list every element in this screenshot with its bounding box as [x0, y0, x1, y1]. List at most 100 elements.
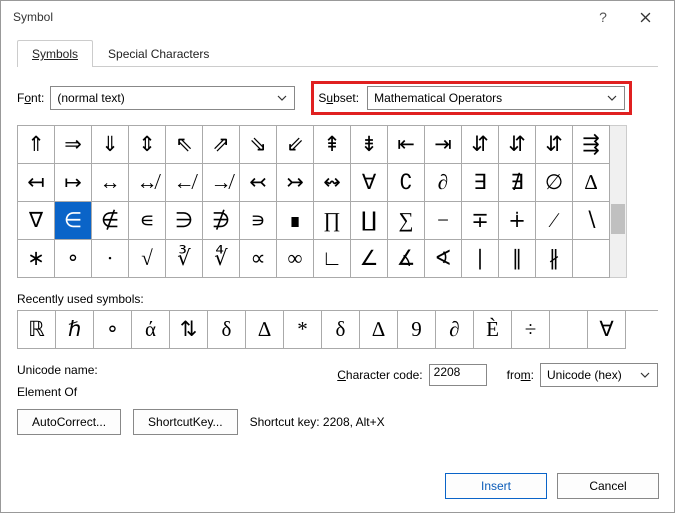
symbol-cell[interactable]: ∖ — [573, 202, 610, 240]
symbol-cell[interactable]: ∄ — [499, 164, 536, 202]
symbol-cell[interactable]: ∜ — [203, 240, 240, 278]
grid-scrollbar[interactable] — [610, 125, 627, 278]
insert-button[interactable]: Insert — [445, 473, 547, 499]
recent-symbol-cell[interactable]: ∘ — [94, 311, 132, 349]
cancel-button[interactable]: Cancel — [557, 473, 659, 499]
close-button[interactable] — [624, 1, 666, 33]
symbol-cell[interactable]: ⇶ — [573, 126, 610, 164]
symbol-cell[interactable]: ∢ — [425, 240, 462, 278]
recent-symbol-cell[interactable]: ℏ — [56, 311, 94, 349]
symbol-cell[interactable]: ⇞ — [314, 126, 351, 164]
symbol-cell[interactable]: ∊ — [129, 202, 166, 240]
symbol-cell[interactable]: ∂ — [425, 164, 462, 202]
autocorrect-button[interactable]: AutoCorrect... — [17, 409, 121, 435]
symbol-cell[interactable]: ∝ — [240, 240, 277, 278]
symbol-cell[interactable]: ↚ — [166, 164, 203, 202]
recent-symbol-cell[interactable]: δ — [208, 311, 246, 349]
symbol-cell[interactable]: ⇤ — [388, 126, 425, 164]
help-button[interactable]: ? — [582, 1, 624, 33]
symbol-cell[interactable]: ∌ — [203, 202, 240, 240]
symbol-cell[interactable]: ∐ — [351, 202, 388, 240]
symbol-cell[interactable]: ⇵ — [462, 126, 499, 164]
tab-special-characters[interactable]: Special Characters — [93, 40, 224, 67]
recent-symbol-cell[interactable]: ∆ — [360, 311, 398, 349]
shortcut-key-text: Shortcut key: 2208, Alt+X — [250, 415, 385, 429]
scrollbar-thumb[interactable] — [611, 204, 625, 234]
symbol-cell[interactable]: ⇒ — [55, 126, 92, 164]
symbol-cell[interactable]: ∈ — [55, 202, 92, 240]
symbol-cell[interactable]: ⇵ — [499, 126, 536, 164]
symbol-cell[interactable]: ⇙ — [277, 126, 314, 164]
symbol-cell[interactable]: ∗ — [18, 240, 55, 278]
symbol-cell[interactable] — [573, 240, 610, 278]
symbol-cell[interactable]: ∘ — [55, 240, 92, 278]
symbol-cell[interactable]: ↔ — [92, 164, 129, 202]
symbol-cell[interactable]: ⇓ — [92, 126, 129, 164]
symbol-cell[interactable]: ↤ — [18, 164, 55, 202]
subset-select[interactable]: Mathematical Operators — [367, 86, 625, 110]
symbol-cell[interactable]: ⇘ — [240, 126, 277, 164]
charcode-input[interactable]: 2208 — [429, 364, 487, 386]
symbol-cell[interactable]: √ — [129, 240, 166, 278]
recent-symbol-cell[interactable]: ∆ — [246, 311, 284, 349]
symbol-cell[interactable]: ∥ — [499, 240, 536, 278]
recent-symbol-cell[interactable]: ℝ — [18, 311, 56, 349]
symbol-cell[interactable]: ↮ — [129, 164, 166, 202]
font-select[interactable]: (normal text) — [50, 86, 295, 110]
recent-symbol-cell[interactable]: ÷ — [512, 311, 550, 349]
symbol-cell[interactable]: ∎ — [277, 202, 314, 240]
recent-symbol-cell[interactable]: È — [474, 311, 512, 349]
symbol-cell[interactable]: ∛ — [166, 240, 203, 278]
symbol-cell[interactable]: ∦ — [536, 240, 573, 278]
symbol-cell[interactable]: ↭ — [314, 164, 351, 202]
from-label: from: — [507, 368, 534, 382]
symbol-cell[interactable]: ∋ — [166, 202, 203, 240]
symbol-cell[interactable]: ⇗ — [203, 126, 240, 164]
tab-symbols[interactable]: Symbols — [17, 40, 93, 67]
symbol-grid: ⇑⇒⇓⇕⇖⇗⇘⇙⇞⇟⇤⇥⇵⇵⇵⇶↤↦↔↮↚↛↢↣↭∀∁∂∃∄∅∆∇∈∉∊∋∌∍∎… — [17, 125, 610, 278]
symbol-cell[interactable]: ∅ — [536, 164, 573, 202]
recent-symbol-cell[interactable]: * — [284, 311, 322, 349]
symbol-cell[interactable]: ∙ — [92, 240, 129, 278]
symbol-cell[interactable]: ∔ — [499, 202, 536, 240]
recent-symbol-cell[interactable]: δ — [322, 311, 360, 349]
symbol-cell[interactable]: − — [425, 202, 462, 240]
recent-symbol-cell[interactable]: 9 — [398, 311, 436, 349]
symbol-cell[interactable]: ⇕ — [129, 126, 166, 164]
symbol-cell[interactable]: ↢ — [240, 164, 277, 202]
symbol-cell[interactable]: ⇵ — [536, 126, 573, 164]
symbol-cell[interactable]: ∃ — [462, 164, 499, 202]
symbol-cell[interactable]: ∓ — [462, 202, 499, 240]
symbol-cell[interactable]: ∠ — [351, 240, 388, 278]
symbol-cell[interactable]: ⇑ — [18, 126, 55, 164]
symbol-cell[interactable]: ⇥ — [425, 126, 462, 164]
symbol-cell[interactable]: ↣ — [277, 164, 314, 202]
from-select[interactable]: Unicode (hex) — [540, 363, 658, 387]
recent-symbol-cell[interactable]: ά — [132, 311, 170, 349]
symbol-cell[interactable]: ∀ — [351, 164, 388, 202]
symbol-cell[interactable]: ∟ — [314, 240, 351, 278]
symbol-cell[interactable]: ∇ — [18, 202, 55, 240]
symbol-cell[interactable]: ∁ — [388, 164, 425, 202]
symbol-cell[interactable]: ∍ — [240, 202, 277, 240]
symbol-cell[interactable]: ↛ — [203, 164, 240, 202]
symbol-cell[interactable]: ∡ — [388, 240, 425, 278]
symbol-cell[interactable]: ∑ — [388, 202, 425, 240]
recent-symbol-cell[interactable]: ∀ — [588, 311, 626, 349]
symbol-cell[interactable]: ↦ — [55, 164, 92, 202]
recent-symbol-cell[interactable] — [550, 311, 588, 349]
symbol-cell[interactable]: ⇖ — [166, 126, 203, 164]
recent-symbol-cell[interactable]: ∂ — [436, 311, 474, 349]
symbol-cell[interactable]: ∞ — [277, 240, 314, 278]
symbol-cell[interactable]: ∆ — [573, 164, 610, 202]
recent-label: Recently used symbols: — [17, 292, 658, 306]
symbol-cell[interactable]: ⇟ — [351, 126, 388, 164]
symbol-cell[interactable]: ∣ — [462, 240, 499, 278]
shortcut-key-button[interactable]: Shortcut Key... — [133, 409, 238, 435]
symbol-cell[interactable]: ∕ — [536, 202, 573, 240]
tab-strip: Symbols Special Characters — [17, 39, 658, 67]
symbol-cell[interactable]: ∉ — [92, 202, 129, 240]
symbol-cell[interactable]: ∏ — [314, 202, 351, 240]
subset-label: Subset: — [318, 91, 359, 105]
recent-symbol-cell[interactable]: ⇅ — [170, 311, 208, 349]
